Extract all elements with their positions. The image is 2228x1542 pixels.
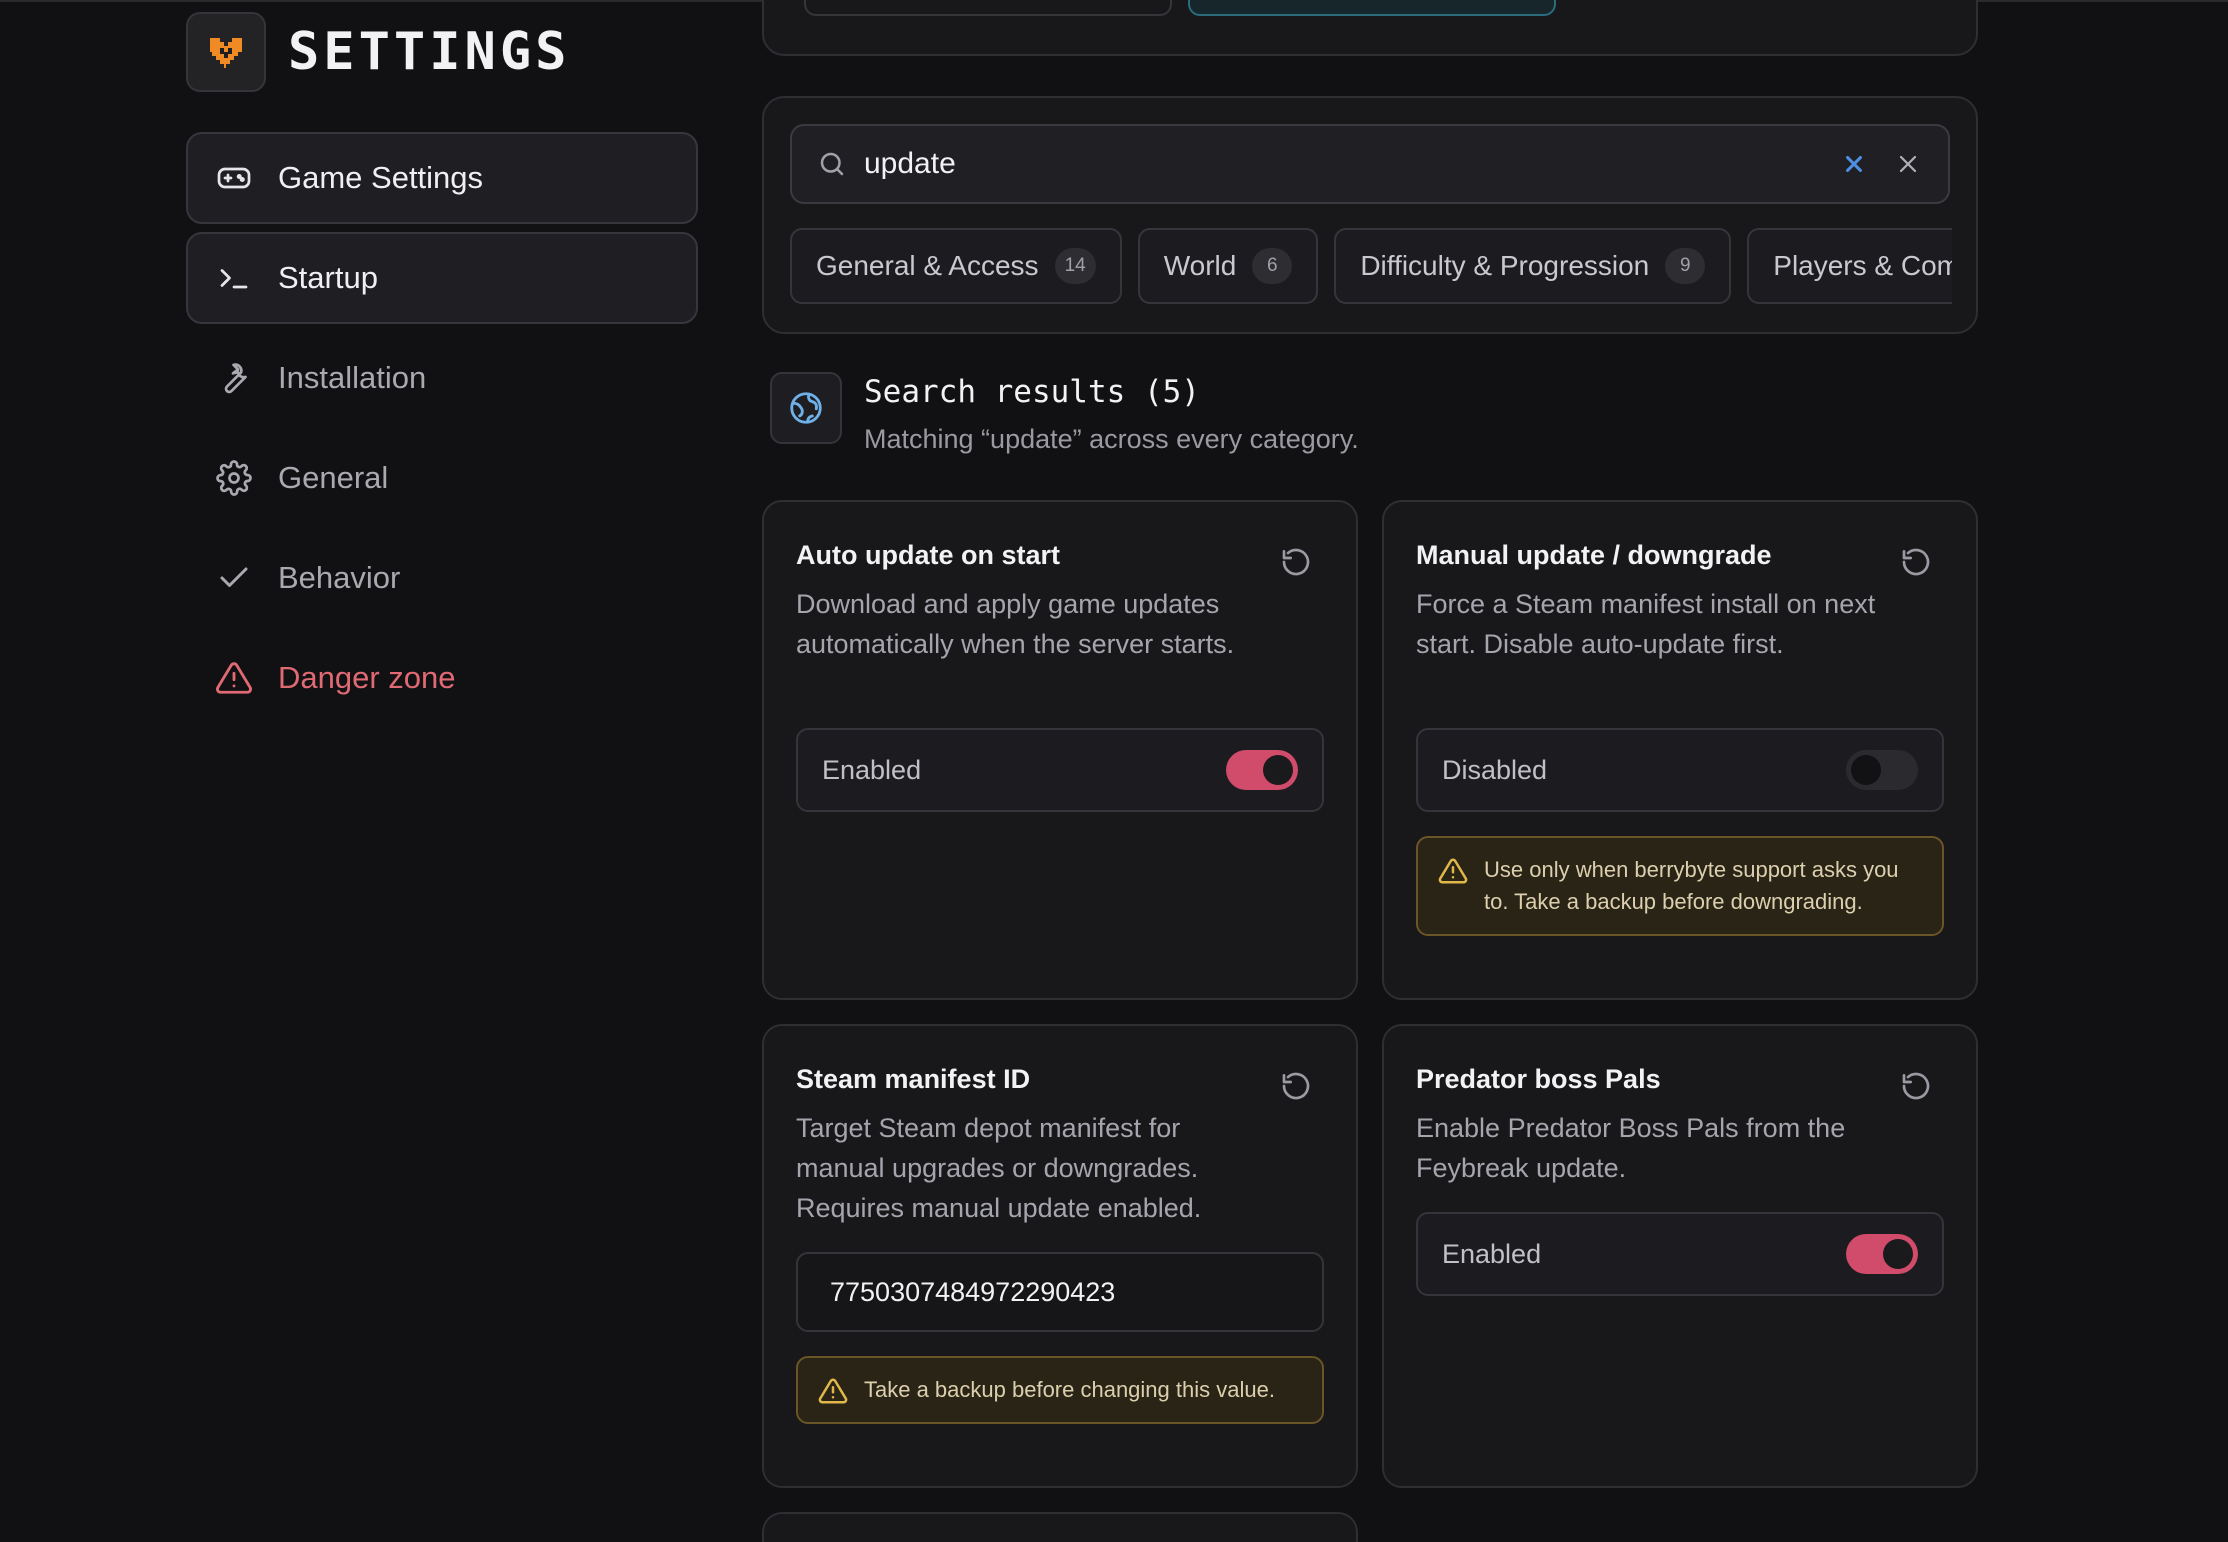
toggle-row[interactable]: Enabled (796, 728, 1324, 812)
clear-search-icon[interactable] (1836, 146, 1872, 182)
warning-icon (1438, 858, 1468, 884)
warning-icon (214, 658, 254, 698)
brand: SETTINGS (186, 12, 570, 92)
setting-description: Force a Steam manifest install on next s… (1416, 589, 1876, 659)
auto-update-toggle[interactable] (1226, 750, 1298, 790)
category-chip-world[interactable]: World 6 (1137, 228, 1319, 304)
toggle-knob (1851, 755, 1881, 785)
chip-count: 9 (1665, 248, 1706, 284)
toggle-knob (1263, 755, 1293, 785)
sidebar-item-label: Danger zone (278, 660, 456, 695)
chip-count: 6 (1252, 248, 1293, 284)
sidebar-item-game-settings[interactable]: Game Settings (186, 132, 698, 224)
primary-button[interactable] (1188, 0, 1556, 16)
toggle-row[interactable]: Disabled (1416, 728, 1944, 812)
reset-icon[interactable] (1900, 1070, 1932, 1102)
setting-title: Auto update on start (796, 540, 1060, 570)
sidebar-item-danger-zone[interactable]: Danger zone (186, 632, 698, 724)
toggle-state-label: Disabled (1442, 754, 1548, 785)
chip-label: Players & Combat (1773, 250, 1952, 281)
category-chips: General & Access 14 World 6 Difficulty &… (790, 228, 1952, 304)
sidebar-item-label: Game Settings (278, 160, 484, 195)
sidebar-item-startup[interactable]: Startup (186, 232, 698, 324)
setting-description: Download and apply game updates automati… (796, 589, 1235, 659)
page-title: SETTINGS (288, 22, 571, 82)
setting-description: Target Steam depot manifest for manual u… (796, 1113, 1202, 1223)
search-icon (814, 146, 850, 182)
results-text: Search results (5) Matching “update” acr… (864, 372, 1359, 455)
reset-icon[interactable] (1280, 1070, 1312, 1102)
warning-text: Take a backup before changing this value… (864, 1377, 1275, 1402)
sidebar-item-label: Startup (278, 260, 378, 295)
results-title: Search results (5) (864, 374, 1200, 410)
chip-label: World (1163, 250, 1237, 281)
sidebar-nav: Game Settings Startup Installation Gener… (186, 132, 698, 732)
setting-card-auto-update: Auto update on start Download and apply … (762, 500, 1358, 1000)
top-panel (762, 0, 1978, 56)
gear-icon (214, 458, 254, 498)
sidebar-item-label: Installation (278, 360, 427, 395)
secondary-button[interactable] (804, 0, 1172, 16)
setting-description: Enable Predator Boss Pals from the Feybr… (1416, 1113, 1846, 1183)
warning-box: Use only when berrybyte support asks you… (1416, 836, 1944, 936)
setting-card-manual-update: Manual update / downgrade Force a Steam … (1382, 500, 1978, 1000)
results-header: Search results (5) Matching “update” acr… (770, 372, 1359, 455)
warning-text: Use only when berrybyte support asks you… (1484, 857, 1899, 914)
setting-title: Predator boss Pals (1416, 1064, 1661, 1094)
sidebar-item-general[interactable]: General (186, 432, 698, 524)
warning-box: Take a backup before changing this value… (796, 1356, 1324, 1424)
setting-card-predator-boss: Predator boss Pals Enable Predator Boss … (1382, 1024, 1978, 1488)
sidebar-item-installation[interactable]: Installation (186, 332, 698, 424)
warning-icon (818, 1378, 848, 1404)
toggle-state-label: Enabled (1442, 1238, 1542, 1269)
globe-icon (770, 372, 842, 444)
manual-update-toggle[interactable] (1846, 750, 1918, 790)
results-subtitle: Matching “update” across every category. (864, 424, 1359, 454)
toggle-state-label: Enabled (822, 754, 922, 785)
predator-boss-toggle[interactable] (1846, 1234, 1918, 1274)
category-chip-difficulty-progression[interactable]: Difficulty & Progression 9 (1334, 228, 1732, 304)
manifest-id-field[interactable]: 7750307484972290423 (796, 1252, 1324, 1332)
chip-count: 14 (1054, 248, 1096, 284)
sidebar-item-label: Behavior (278, 560, 401, 595)
setting-card-steam-manifest: Steam manifest ID Target Steam depot man… (762, 1024, 1358, 1488)
wrench-icon (214, 358, 254, 398)
setting-title: Manual update / downgrade (1416, 540, 1772, 570)
category-chip-players-combat[interactable]: Players & Combat (1747, 228, 1952, 304)
heart-shield-logo-icon (186, 12, 266, 92)
search-panel: General & Access 14 World 6 Difficulty &… (762, 96, 1978, 334)
chip-label: General & Access (816, 250, 1039, 281)
category-chip-general-access[interactable]: General & Access 14 (790, 228, 1122, 304)
search-input[interactable] (864, 147, 1836, 181)
setting-title: Steam manifest ID (796, 1064, 1031, 1094)
terminal-icon (214, 258, 254, 298)
toggle-knob (1883, 1239, 1913, 1269)
search-box[interactable] (790, 124, 1950, 204)
toggle-row[interactable]: Enabled (1416, 1212, 1944, 1296)
check-icon (214, 558, 254, 598)
chip-label: Difficulty & Progression (1360, 250, 1650, 281)
sidebar-item-behavior[interactable]: Behavior (186, 532, 698, 624)
next-setting-card (762, 1512, 1358, 1542)
gamepad-icon (214, 158, 254, 198)
close-search-icon[interactable] (1890, 146, 1926, 182)
settings-page: SETTINGS Game Settings Startup Installat… (0, 0, 2228, 1542)
reset-icon[interactable] (1280, 546, 1312, 578)
sidebar-item-label: General (278, 460, 389, 495)
reset-icon[interactable] (1900, 546, 1932, 578)
